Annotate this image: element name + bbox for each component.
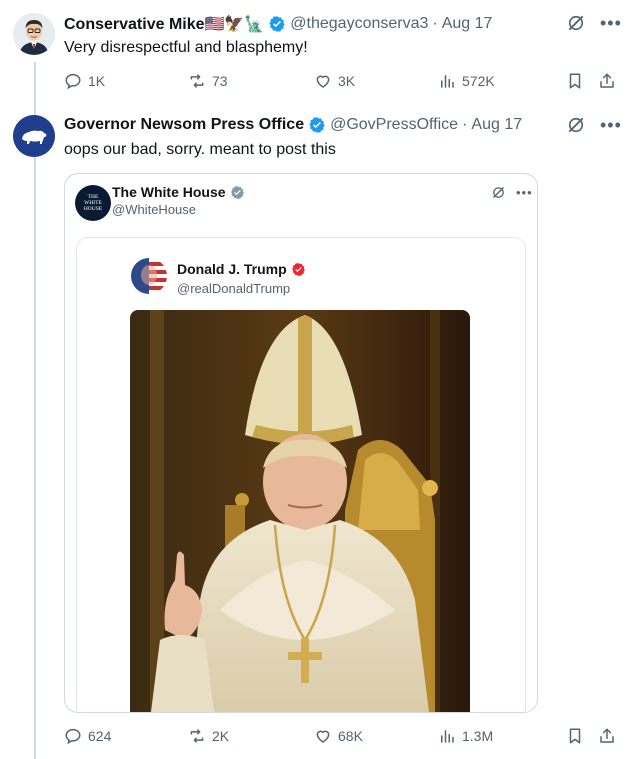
- tweet2-text: oops our bad, sorry. meant to post this: [64, 141, 336, 158]
- views-count: 1.3M: [462, 728, 494, 744]
- views-count: 572K: [462, 73, 495, 89]
- white-house-avatar[interactable]: THE WHITE HOUSE: [75, 185, 111, 221]
- flag-portrait-avatar-icon: [131, 258, 167, 294]
- views-button[interactable]: 1.3M: [438, 727, 566, 745]
- grok-icon[interactable]: [566, 115, 586, 135]
- like-button[interactable]: 68K: [314, 727, 438, 745]
- trump-avatar[interactable]: [131, 258, 167, 294]
- quoted-tweet-card[interactable]: THE WHITE HOUSE The White House @WhiteHo…: [64, 173, 538, 713]
- tweet2-display-name[interactable]: Governor Newsom Press Office: [64, 116, 304, 134]
- tweet1-display-name[interactable]: Conservative Mike🇺🇸🦅🗽: [64, 14, 264, 34]
- tweet1-date[interactable]: Aug 17: [442, 15, 493, 33]
- pope-image[interactable]: [130, 310, 470, 712]
- reply-count: 1K: [88, 73, 106, 89]
- more-options-icon[interactable]: •••: [600, 14, 622, 32]
- heart-icon: [316, 730, 330, 743]
- verified-badge-icon: [291, 262, 305, 276]
- grok-icon[interactable]: [491, 185, 506, 200]
- like-count: 3K: [338, 73, 356, 89]
- retweet-button[interactable]: 2K: [188, 727, 314, 745]
- more-options-icon[interactable]: •••: [516, 186, 533, 199]
- inner-handle[interactable]: @realDonaldTrump: [177, 281, 290, 296]
- tweet2-header: Governor Newsom Press Office @GovPressOf…: [64, 116, 522, 134]
- retweet-count: 73: [212, 73, 228, 89]
- quote-header: The White House: [112, 184, 249, 200]
- bookmark-icon[interactable]: [566, 727, 584, 745]
- retweet-count: 2K: [212, 728, 230, 744]
- separator-dot: ·: [432, 15, 438, 32]
- reply-icon: [65, 73, 81, 90]
- white-house-logo-text: THE WHITE HOUSE: [83, 194, 103, 212]
- heart-icon: [316, 75, 330, 88]
- views-button[interactable]: 572K: [438, 72, 566, 90]
- tweet2-handle[interactable]: @GovPressOffice: [330, 116, 458, 134]
- inner-display-name[interactable]: Donald J. Trump: [177, 261, 287, 277]
- retweet-button[interactable]: 73: [188, 72, 314, 90]
- views-chart-icon: [441, 730, 454, 743]
- views-chart-icon: [441, 75, 454, 88]
- tweet1-extra-actions: [566, 72, 616, 90]
- user-avatar-conservative-mike[interactable]: [13, 13, 55, 55]
- reply-button[interactable]: 1K: [64, 72, 188, 90]
- tweet1-menu: •••: [566, 13, 622, 33]
- bookmark-icon[interactable]: [566, 72, 584, 90]
- quote-handle[interactable]: @WhiteHouse: [112, 202, 196, 217]
- tweet1-header: Conservative Mike🇺🇸🦅🗽 @thegayconserva3 ·…: [64, 14, 492, 34]
- california-bear-icon: [13, 115, 55, 157]
- thread-connector-line: [34, 62, 36, 759]
- share-icon[interactable]: [598, 727, 616, 745]
- reply-count: 624: [88, 728, 112, 744]
- reply-icon: [65, 728, 81, 745]
- user-avatar-newsom-press-office[interactable]: [13, 115, 55, 157]
- like-button[interactable]: 3K: [314, 72, 438, 90]
- nested-quoted-tweet[interactable]: Donald J. Trump @realDonaldTrump: [76, 237, 526, 712]
- separator-dot: ·: [462, 116, 468, 133]
- retweet-icon: [190, 729, 204, 743]
- verified-badge-icon: [269, 16, 285, 32]
- reply-button[interactable]: 624: [64, 727, 188, 745]
- tweet1-action-bar: 1K 73 3K 572K: [64, 72, 620, 90]
- grok-icon[interactable]: [566, 13, 586, 33]
- tweet2-extra-actions: [566, 727, 616, 745]
- verified-gray-badge-icon: [230, 185, 244, 199]
- cartoon-man-avatar-icon: [13, 13, 55, 55]
- more-options-icon[interactable]: •••: [600, 116, 622, 134]
- inner-header: Donald J. Trump: [177, 261, 310, 277]
- tweet2-menu: •••: [566, 115, 622, 135]
- retweet-icon: [190, 74, 204, 88]
- verified-badge-icon: [309, 117, 325, 133]
- tweet2-date[interactable]: Aug 17: [471, 116, 522, 134]
- tweet1-text: Very disrespectful and blasphemy!: [64, 39, 308, 56]
- like-count: 68K: [338, 728, 363, 744]
- share-icon[interactable]: [598, 72, 616, 90]
- quote-menu: •••: [491, 185, 533, 200]
- quote-display-name[interactable]: The White House: [112, 184, 226, 200]
- tweet2-action-bar: 624 2K 68K 1.3M: [64, 727, 620, 745]
- tweet1-handle[interactable]: @thegayconserva3: [290, 15, 428, 33]
- pope-illustration-icon: [130, 310, 470, 712]
